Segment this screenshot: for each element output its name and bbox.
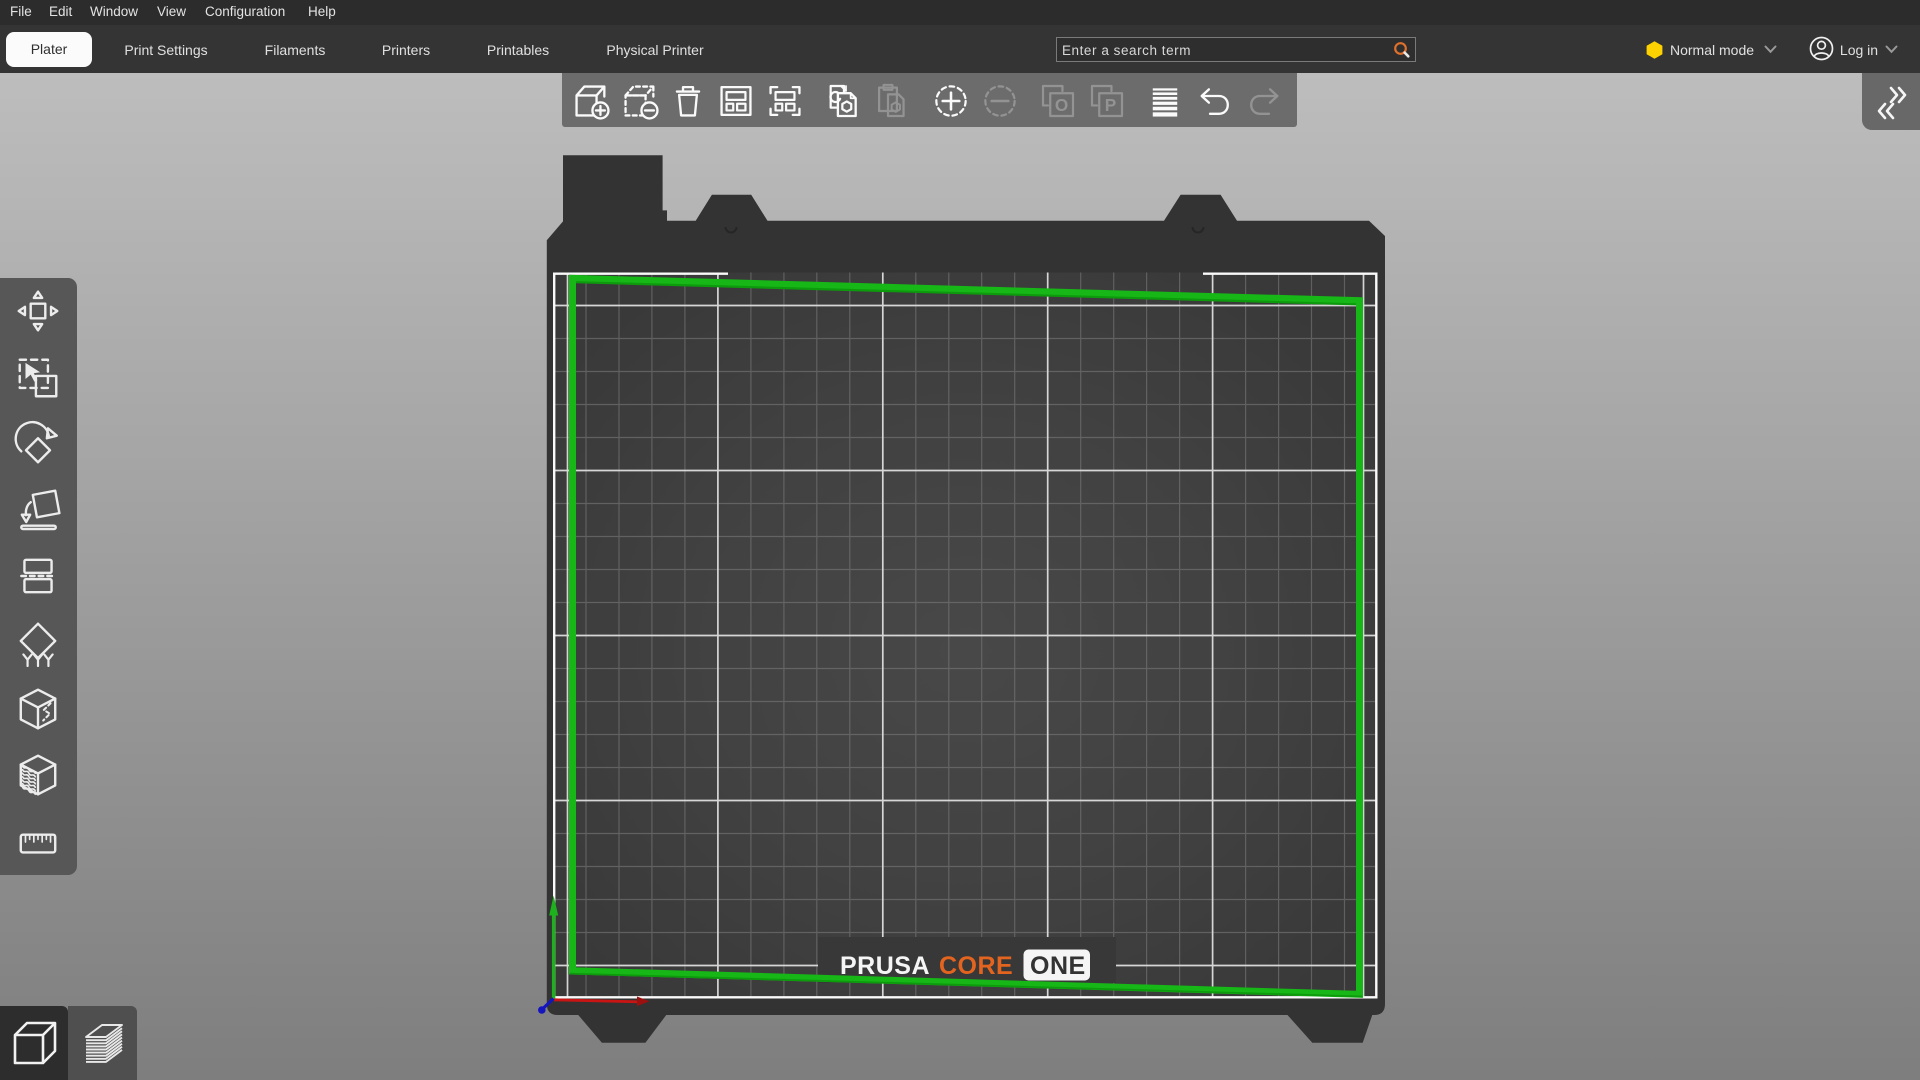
svg-text:PRUSA: PRUSA bbox=[840, 952, 930, 980]
svg-text:P: P bbox=[1105, 95, 1117, 115]
svg-text:O: O bbox=[1055, 95, 1068, 115]
svg-text:CORE: CORE bbox=[939, 952, 1013, 980]
svg-text:ONE: ONE bbox=[1030, 952, 1086, 980]
